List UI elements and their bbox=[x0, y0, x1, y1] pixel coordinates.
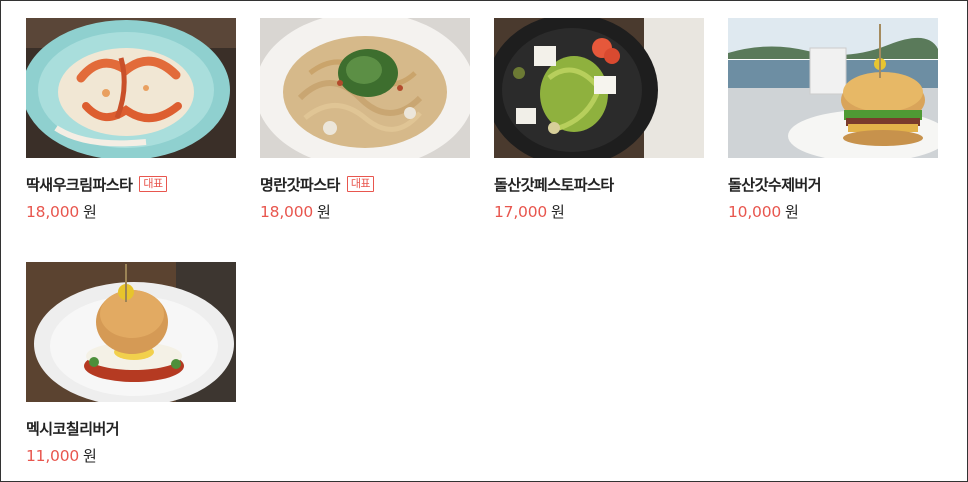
menu-item-pollack-roe-pasta[interactable]: 명란갓파스타 대표 18,000 원 bbox=[260, 18, 470, 238]
food-photo bbox=[26, 262, 236, 402]
item-name-row: 돌산갓수제버거 bbox=[728, 173, 938, 195]
currency-unit: 원 bbox=[83, 203, 97, 221]
item-name: 명란갓파스타 bbox=[260, 175, 340, 194]
menu-item-mexican-chili-burger[interactable]: 멕시코칠리버거 11,000 원 bbox=[26, 262, 236, 481]
item-price-row: 18,000 원 bbox=[260, 201, 470, 223]
food-photo bbox=[26, 18, 236, 158]
item-name: 돌산갓페스토파스타 bbox=[494, 175, 614, 194]
signature-badge: 대표 bbox=[346, 176, 375, 192]
menu-grid: 딱새우크림파스타 대표 18,000 원 명란갓파스타 대표 18,000 원 … bbox=[26, 18, 956, 481]
signature-badge: 대표 bbox=[139, 176, 167, 192]
item-price: 18,000 bbox=[26, 203, 80, 221]
currency-unit: 원 bbox=[551, 203, 565, 221]
item-name: 멕시코칠리버거 bbox=[26, 419, 120, 438]
food-photo bbox=[260, 18, 470, 158]
item-name-row: 딱새우크림파스타 대표 bbox=[26, 173, 236, 195]
item-price: 10,000 bbox=[728, 203, 782, 221]
item-name: 딱새우크림파스타 bbox=[26, 175, 133, 194]
item-price: 11,000 bbox=[26, 447, 80, 465]
food-photo bbox=[728, 18, 938, 158]
item-price-row: 17,000 원 bbox=[494, 201, 704, 223]
menu-item-pesto-pasta[interactable]: 돌산갓페스토파스타 17,000 원 bbox=[494, 18, 704, 238]
item-name-row: 명란갓파스타 대표 bbox=[260, 173, 470, 195]
item-price-row: 10,000 원 bbox=[728, 201, 938, 223]
menu-item-shrimp-cream-pasta[interactable]: 딱새우크림파스타 대표 18,000 원 bbox=[26, 18, 236, 238]
item-name-row: 멕시코칠리버거 bbox=[26, 417, 236, 439]
item-name-row: 돌산갓페스토파스타 bbox=[494, 173, 704, 195]
food-photo bbox=[494, 18, 704, 158]
item-price-row: 11,000 원 bbox=[26, 445, 236, 467]
menu-frame: 딱새우크림파스타 대표 18,000 원 명란갓파스타 대표 18,000 원 … bbox=[0, 0, 968, 482]
item-name: 돌산갓수제버거 bbox=[728, 175, 822, 194]
item-price: 17,000 bbox=[494, 203, 548, 221]
item-price: 18,000 bbox=[260, 203, 314, 221]
currency-unit: 원 bbox=[317, 203, 331, 221]
menu-item-mustard-greens-burger[interactable]: 돌산갓수제버거 10,000 원 bbox=[728, 18, 938, 238]
item-price-row: 18,000 원 bbox=[26, 201, 236, 223]
currency-unit: 원 bbox=[83, 447, 97, 465]
currency-unit: 원 bbox=[785, 203, 799, 221]
